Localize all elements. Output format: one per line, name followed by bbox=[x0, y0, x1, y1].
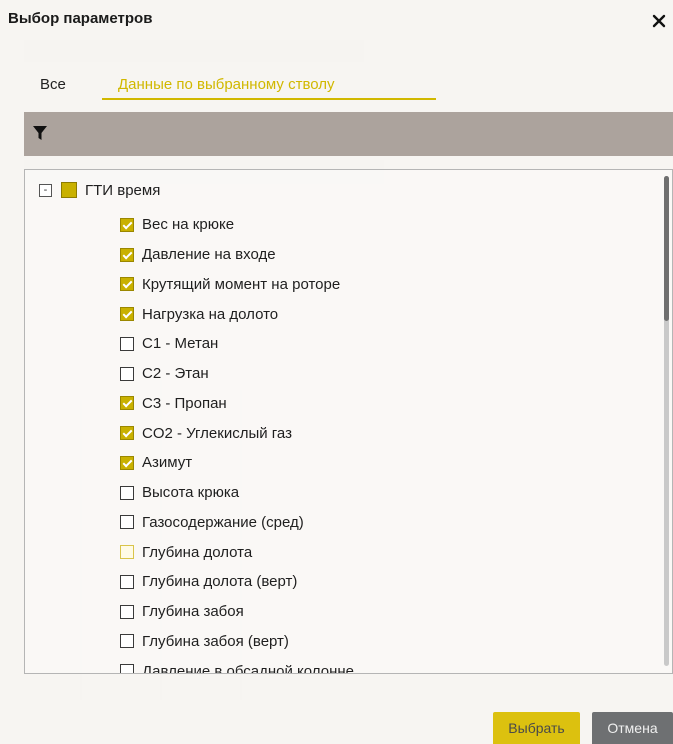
parameter-item[interactable]: Нагрузка на долото bbox=[120, 299, 354, 329]
active-tab-indicator bbox=[102, 98, 436, 100]
parameter-item[interactable]: CO2 - Углекислый газ bbox=[120, 418, 354, 448]
parameter-checkbox[interactable] bbox=[120, 277, 134, 292]
parameter-tree[interactable]: - ГТИ время Вес на крюке Давление на вход… bbox=[24, 169, 673, 674]
parameter-item[interactable]: Глубина долота bbox=[120, 537, 354, 567]
parameter-label: Давление в обсадной колонне bbox=[142, 662, 354, 674]
tab-selected-wellbore-data[interactable]: Данные по выбранному стволу bbox=[118, 76, 335, 93]
parameter-label: Нагрузка на долото bbox=[142, 305, 279, 323]
close-icon bbox=[652, 14, 666, 28]
parameter-label: Крутящий момент на роторе bbox=[142, 275, 341, 293]
tree-root-label: ГТИ время bbox=[85, 181, 161, 199]
root-checkbox[interactable] bbox=[61, 182, 77, 198]
parameter-item[interactable]: Крутящий момент на роторе bbox=[120, 270, 354, 300]
parameter-item[interactable]: Давление в обсадной колонне bbox=[120, 656, 354, 674]
tree-root-row[interactable]: - ГТИ время bbox=[39, 179, 160, 201]
parameter-label: C3 - Пропан bbox=[142, 394, 227, 412]
parameter-item[interactable]: Глубина долота (верт) bbox=[120, 567, 354, 597]
parameter-item[interactable]: C1 - Метан bbox=[120, 329, 354, 359]
parameter-item[interactable]: Высота крюка bbox=[120, 478, 354, 508]
parameter-checkbox[interactable] bbox=[120, 426, 134, 441]
parameter-label: C2 - Этан bbox=[142, 365, 209, 383]
dialog-title: Выбор параметров bbox=[8, 10, 153, 27]
parameter-checkbox[interactable] bbox=[120, 604, 134, 619]
parameter-label: Глубина долота (верт) bbox=[142, 573, 298, 591]
tab-all[interactable]: Все bbox=[40, 76, 66, 93]
parameter-checkbox[interactable] bbox=[120, 664, 134, 673]
parameter-checkbox[interactable] bbox=[120, 515, 134, 530]
parameter-label: Газосодержание (сред) bbox=[142, 513, 304, 531]
parameter-item[interactable]: Вес на крюке bbox=[120, 210, 354, 240]
parameter-checkbox[interactable] bbox=[120, 485, 134, 500]
close-button[interactable] bbox=[651, 13, 667, 29]
filter-bar bbox=[24, 112, 673, 156]
parameter-selection-dialog: Выбор параметров Все Данные по выбранном… bbox=[0, 0, 673, 744]
parameter-checkbox[interactable] bbox=[120, 366, 134, 381]
parameter-label: Глубина забоя bbox=[142, 603, 244, 621]
parameter-item[interactable]: Давление на входе bbox=[120, 240, 354, 270]
parameter-label: Вес на крюке bbox=[142, 216, 235, 234]
parameter-checkbox[interactable] bbox=[120, 574, 134, 589]
parameter-checkbox[interactable] bbox=[120, 634, 134, 649]
select-button[interactable]: Выбрать bbox=[493, 712, 580, 744]
parameter-item[interactable]: Глубина забоя bbox=[120, 597, 354, 627]
parameter-item[interactable]: Глубина забоя (верт) bbox=[120, 627, 354, 657]
parameter-checkbox[interactable] bbox=[120, 396, 134, 411]
parameter-label: Глубина долота bbox=[142, 543, 253, 561]
parameter-label: CO2 - Углекислый газ bbox=[142, 424, 292, 442]
scrollbar-thumb[interactable] bbox=[664, 176, 669, 321]
parameter-item[interactable]: Азимут bbox=[120, 448, 354, 478]
parameter-item[interactable]: C3 - Пропан bbox=[120, 389, 354, 419]
parameter-checkbox[interactable] bbox=[120, 307, 134, 322]
parameter-item[interactable]: Газосодержание (сред) bbox=[120, 508, 354, 538]
parameter-label: Азимут bbox=[142, 454, 193, 472]
parameter-label: Глубина забоя (верт) bbox=[142, 632, 289, 650]
collapse-toggle[interactable]: - bbox=[39, 183, 52, 197]
parameter-item[interactable]: C2 - Этан bbox=[120, 359, 354, 389]
parameter-label: C1 - Метан bbox=[142, 335, 219, 353]
parameter-checkbox[interactable] bbox=[120, 336, 134, 351]
filter-icon bbox=[33, 126, 47, 140]
scrollbar-track[interactable] bbox=[664, 176, 669, 666]
parameter-checkbox[interactable] bbox=[120, 217, 134, 232]
parameter-checkbox[interactable] bbox=[120, 455, 134, 470]
parameter-label: Высота крюка bbox=[142, 484, 240, 502]
filter-button[interactable] bbox=[32, 125, 48, 141]
parameter-list: Вес на крюке Давление на входе Крутящий мо… bbox=[120, 210, 354, 674]
cancel-button[interactable]: Отмена bbox=[592, 712, 673, 744]
parameter-label: Давление на входе bbox=[142, 246, 276, 264]
parameter-checkbox[interactable] bbox=[120, 545, 134, 560]
parameter-checkbox[interactable] bbox=[120, 247, 134, 262]
